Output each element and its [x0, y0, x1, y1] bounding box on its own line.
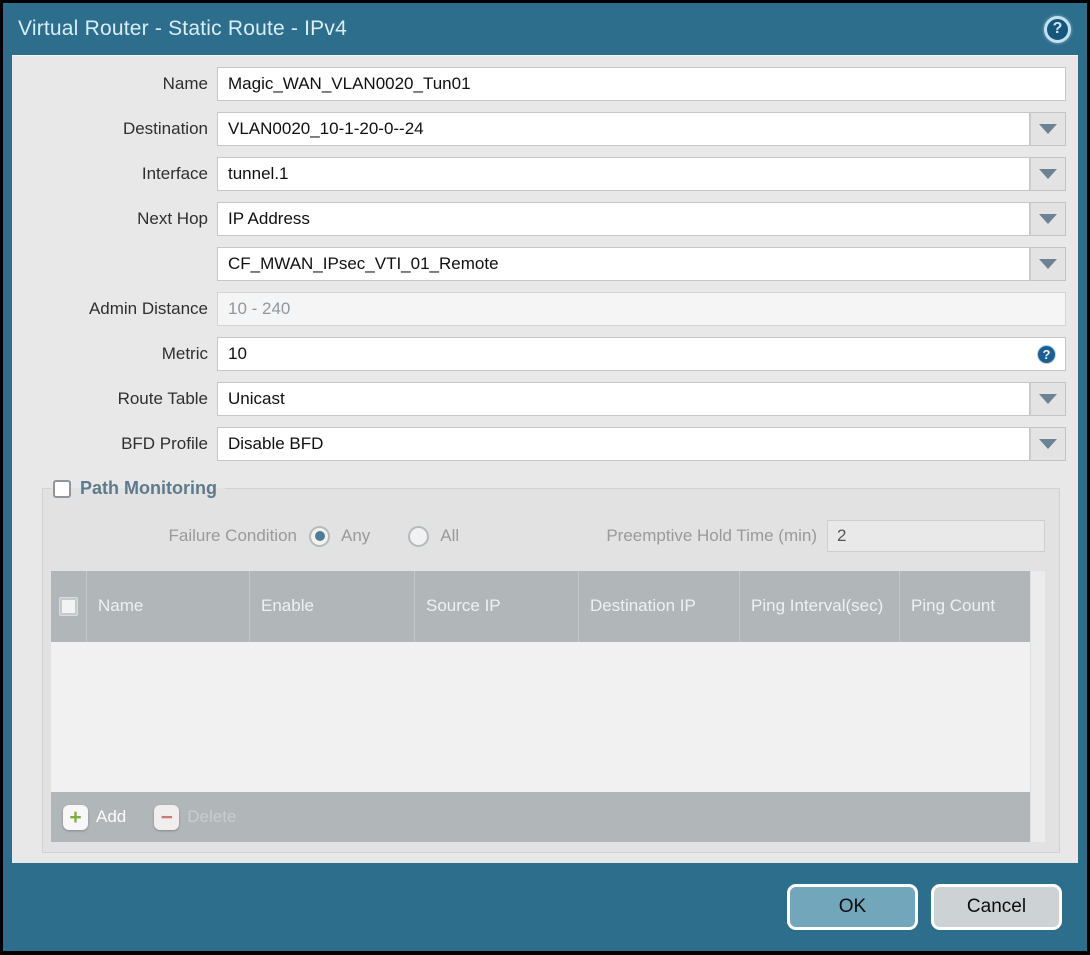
next-hop-control	[217, 202, 1066, 236]
table-toolbar: + Add − Delete	[51, 792, 1030, 842]
path-monitoring-table-wrap: Name Enable Source IP Destination IP Pin…	[51, 571, 1045, 842]
metric-input[interactable]	[217, 337, 1066, 371]
admin-distance-input[interactable]	[217, 292, 1066, 326]
dialog-footer: OK Cancel	[3, 863, 1087, 951]
chevron-down-icon	[1039, 394, 1057, 404]
table-header-source-ip[interactable]: Source IP	[415, 571, 579, 642]
form-row-metric: Metric ?	[12, 337, 1066, 371]
table-header-enable[interactable]: Enable	[250, 571, 415, 642]
table-header-ping-count[interactable]: Ping Count	[900, 571, 1030, 642]
form-row-name: Name	[12, 67, 1066, 101]
name-label: Name	[162, 74, 208, 93]
chevron-down-icon	[1039, 439, 1057, 449]
admin-distance-control	[217, 292, 1066, 326]
destination-dropdown-button[interactable]	[1030, 112, 1066, 146]
next-hop-address-dropdown-button[interactable]	[1030, 247, 1066, 281]
destination-control	[217, 112, 1066, 146]
route-table-dropdown-button[interactable]	[1030, 382, 1066, 416]
form-row-interface: Interface	[12, 157, 1066, 191]
delete-minus-icon: −	[154, 804, 180, 830]
path-monitoring-section: Path Monitoring Failure Condition Any Al…	[42, 478, 1060, 853]
metric-label: Metric	[161, 344, 208, 363]
chevron-down-icon	[1039, 214, 1057, 224]
name-control	[217, 67, 1066, 101]
route-table-input[interactable]	[217, 382, 1030, 416]
failure-condition-label: Failure Condition	[168, 526, 297, 545]
next-hop-address-control	[217, 247, 1066, 281]
failure-condition-option-any[interactable]: Any	[309, 525, 371, 547]
dialog-titlebar: Virtual Router - Static Route - IPv4 ?	[3, 3, 1087, 55]
table-header-ping-interval[interactable]: Ping Interval(sec)	[740, 571, 900, 642]
chevron-down-icon	[1039, 259, 1057, 269]
table-scrollbar[interactable]	[1030, 571, 1045, 842]
bfd-profile-dropdown-button[interactable]	[1030, 427, 1066, 461]
ok-button[interactable]: OK	[787, 884, 918, 930]
table-header-name[interactable]: Name	[87, 571, 250, 642]
help-icon[interactable]: ?	[1044, 15, 1071, 43]
add-button[interactable]: + Add	[63, 804, 127, 830]
next-hop-type-input[interactable]	[217, 202, 1030, 236]
form-row-route-table: Route Table	[12, 382, 1066, 416]
dialog-title: Virtual Router - Static Route - IPv4	[18, 17, 347, 40]
cancel-button[interactable]: Cancel	[931, 884, 1062, 930]
select-all-checkbox[interactable]	[59, 597, 78, 616]
destination-label: Destination	[122, 119, 208, 138]
preemptive-hold-group: Preemptive Hold Time (min)	[606, 520, 1045, 552]
name-input[interactable]	[217, 67, 1066, 101]
table-header-checkbox-cell	[51, 571, 87, 642]
form-row-next-hop-address	[12, 247, 1066, 281]
bfd-profile-label: BFD Profile	[121, 434, 208, 453]
form-row-destination: Destination	[12, 112, 1066, 146]
table-header-row: Name Enable Source IP Destination IP Pin…	[51, 571, 1030, 642]
path-monitoring-legend: Path Monitoring	[51, 478, 225, 499]
next-hop-dropdown-button[interactable]	[1030, 202, 1066, 236]
radio-any-label: Any	[341, 526, 371, 545]
bfd-profile-control	[217, 427, 1066, 461]
interface-input[interactable]	[217, 157, 1030, 191]
path-monitoring-title: Path Monitoring	[80, 478, 217, 498]
chevron-down-icon	[1039, 124, 1057, 134]
metric-control: ?	[217, 337, 1066, 371]
next-hop-address-input[interactable]	[217, 247, 1030, 281]
table-header-destination-ip[interactable]: Destination IP	[579, 571, 740, 642]
radio-all-icon[interactable]	[408, 525, 430, 547]
preemptive-hold-input[interactable]	[827, 520, 1045, 552]
destination-input[interactable]	[217, 112, 1030, 146]
preemptive-hold-label: Preemptive Hold Time (min)	[606, 526, 817, 545]
route-table-control	[217, 382, 1066, 416]
add-button-label: Add	[96, 807, 127, 826]
delete-button[interactable]: − Delete	[154, 804, 237, 830]
form-row-bfd-profile: BFD Profile	[12, 427, 1066, 461]
path-monitoring-table: Name Enable Source IP Destination IP Pin…	[51, 571, 1030, 842]
interface-control	[217, 157, 1066, 191]
dialog-content: Name Destination Interface Next Hop	[12, 55, 1078, 863]
failure-condition-row: Failure Condition Any All Preemptive Hol…	[51, 519, 1045, 553]
failure-condition-option-all[interactable]: All	[408, 525, 460, 547]
dialog-window: Virtual Router - Static Route - IPv4 ? N…	[3, 3, 1087, 951]
admin-distance-label: Admin Distance	[88, 299, 208, 318]
form-row-next-hop: Next Hop	[12, 202, 1066, 236]
add-plus-icon: +	[63, 804, 88, 830]
path-monitoring-checkbox[interactable]	[53, 479, 71, 498]
form-row-admin-distance: Admin Distance	[12, 292, 1066, 326]
radio-any-icon[interactable]	[309, 525, 330, 547]
delete-button-label: Delete	[187, 807, 237, 826]
radio-all-label: All	[440, 526, 460, 545]
next-hop-label: Next Hop	[137, 209, 208, 228]
chevron-down-icon	[1039, 169, 1057, 179]
table-body-empty	[51, 642, 1030, 792]
interface-label: Interface	[141, 164, 208, 183]
metric-help-icon[interactable]: ?	[1037, 345, 1056, 364]
route-table-label: Route Table	[117, 389, 208, 408]
bfd-profile-input[interactable]	[217, 427, 1030, 461]
interface-dropdown-button[interactable]	[1030, 157, 1066, 191]
